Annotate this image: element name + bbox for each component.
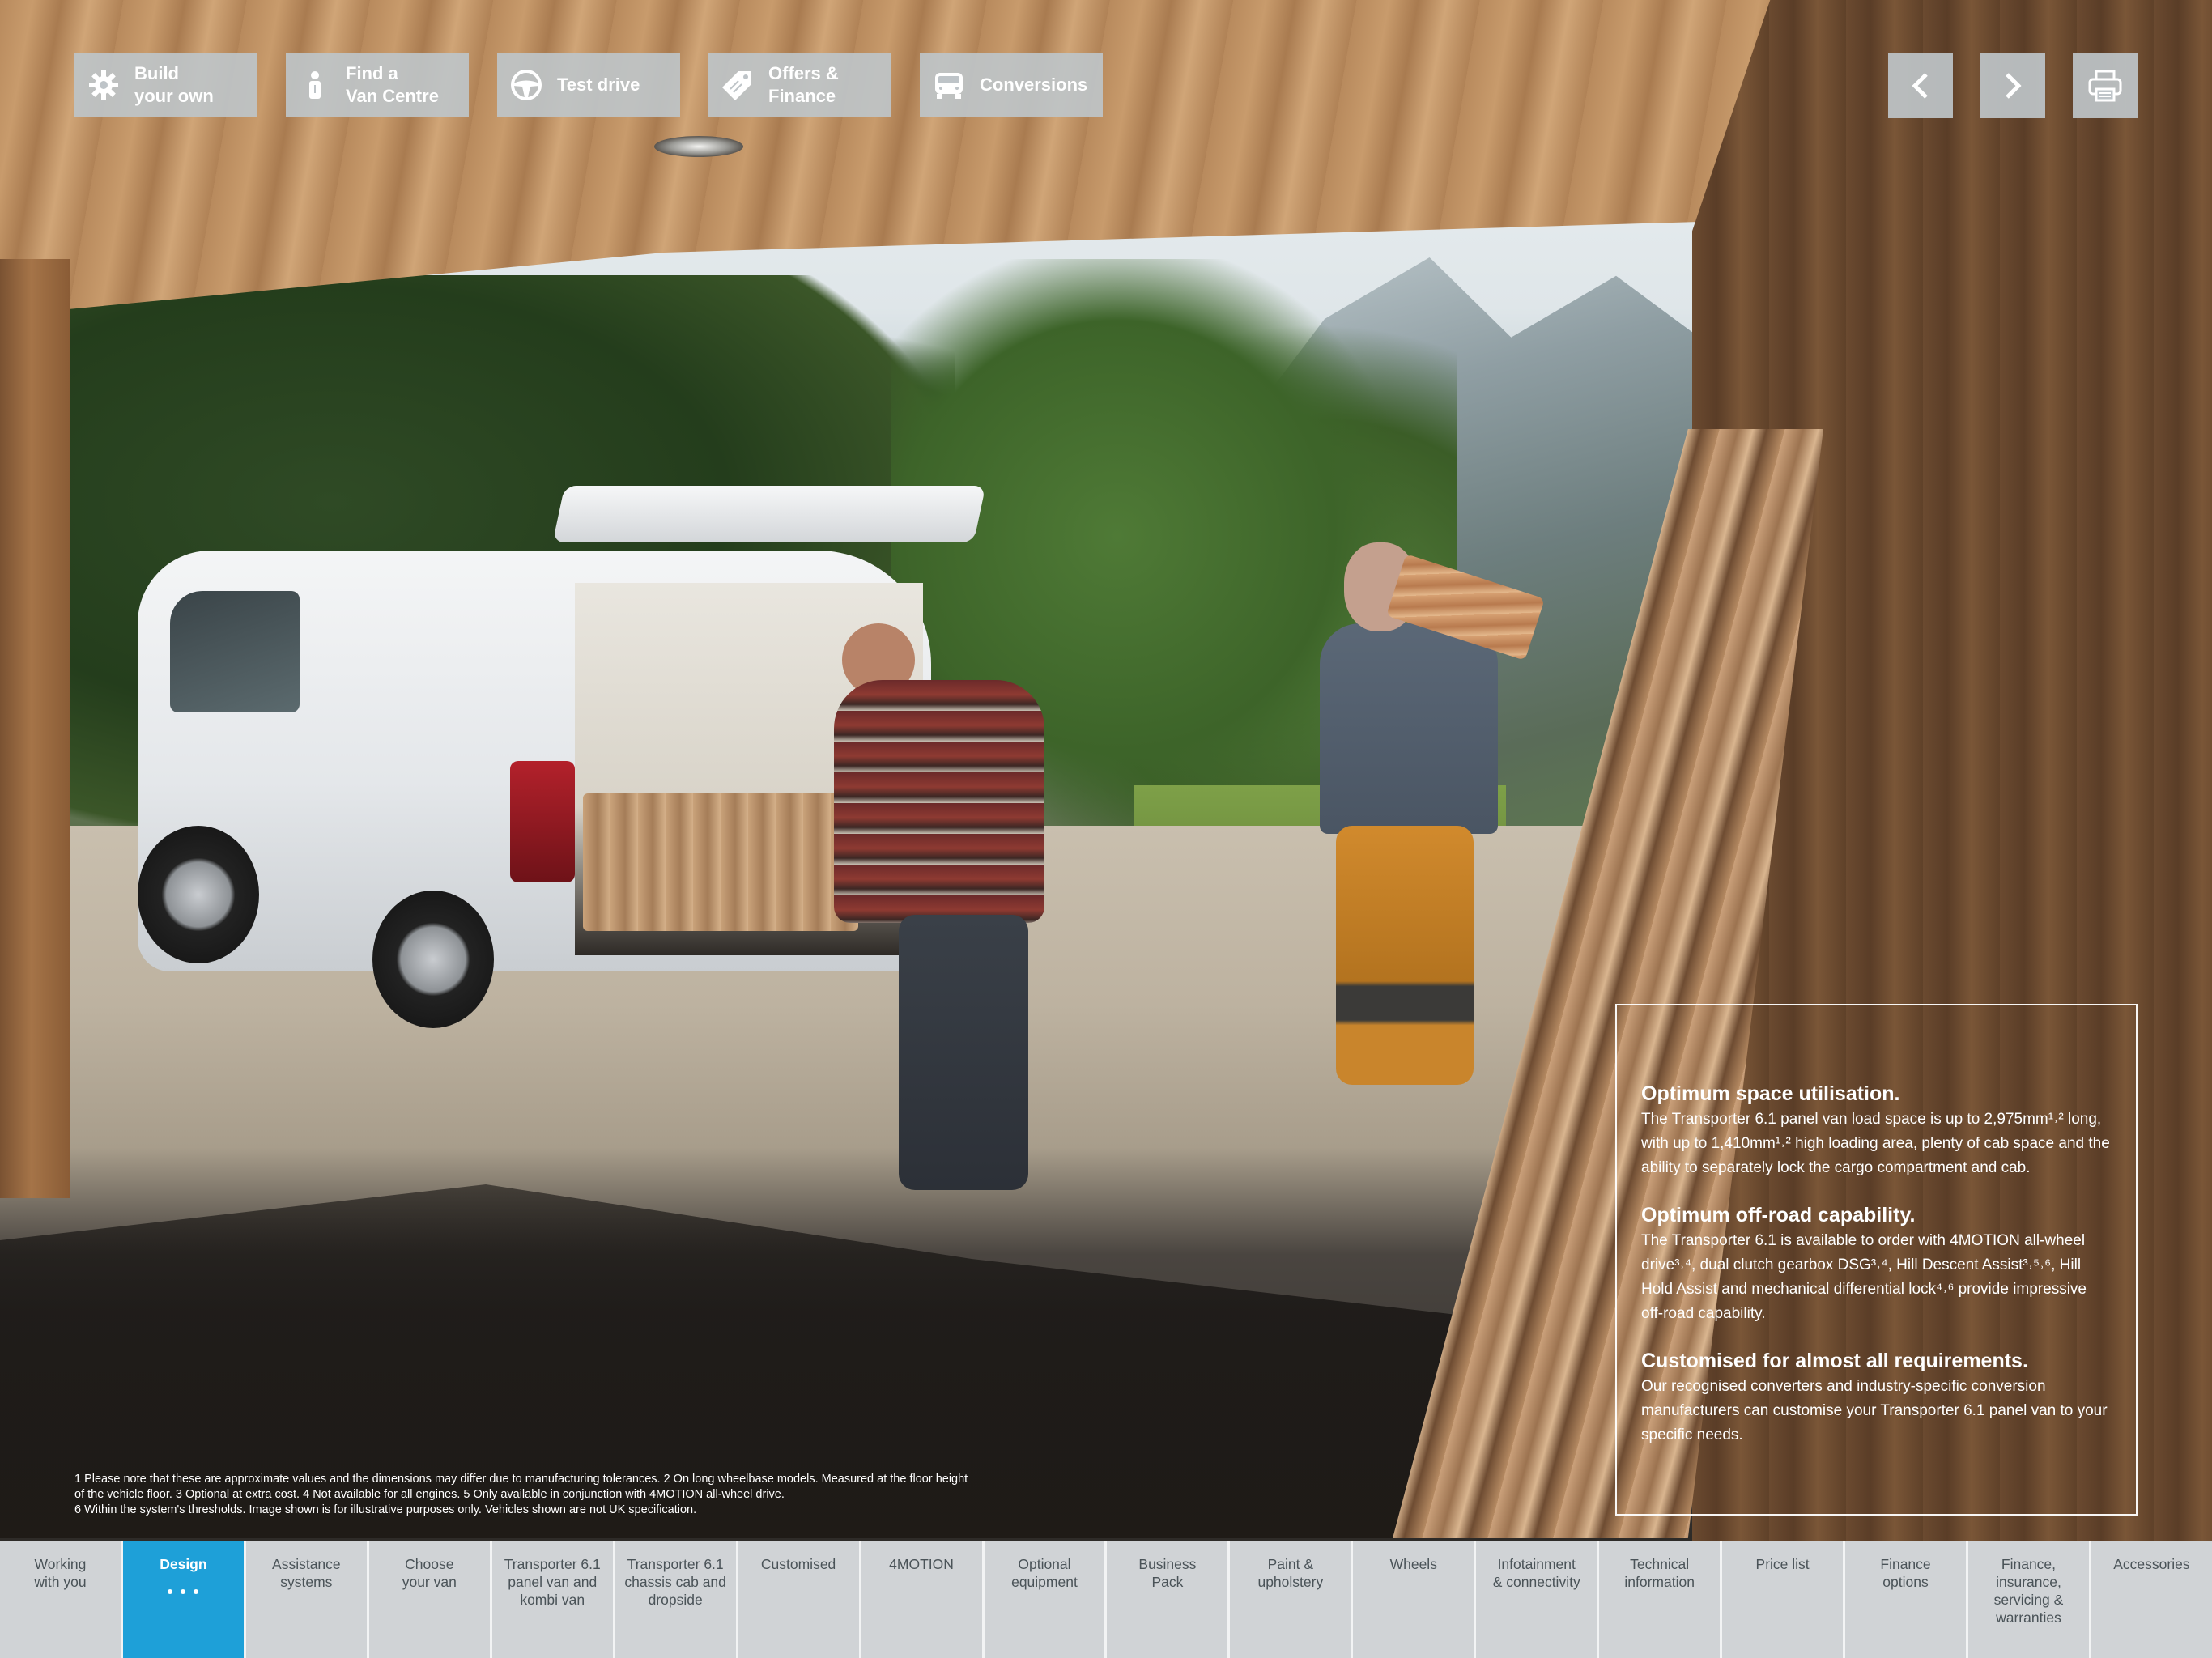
- tab-customised[interactable]: Customised: [738, 1541, 861, 1658]
- print-button[interactable]: [2073, 53, 2138, 118]
- feature-info-box: Optimum space utilisation. The Transport…: [1615, 1004, 2138, 1516]
- conversions-label: Conversions: [980, 74, 1088, 95]
- conversions-button[interactable]: Conversions: [920, 53, 1103, 117]
- work-trousers: [1336, 826, 1474, 1085]
- top-toolbar: Build your own Find a Van Centre Test dr…: [74, 53, 1103, 117]
- tab-label: Paint & upholstery: [1257, 1556, 1324, 1590]
- next-page-button[interactable]: [1980, 53, 2045, 118]
- find-van-centre-button[interactable]: Find a Van Centre: [286, 53, 469, 117]
- printer-icon: [2088, 70, 2122, 102]
- tab-label: Finance options: [1880, 1556, 1931, 1590]
- section-title: Optimum space utilisation.: [1641, 1082, 1900, 1105]
- white-van: [138, 486, 986, 1036]
- tab-price-list[interactable]: Price list: [1722, 1541, 1846, 1658]
- tab-infotainment[interactable]: Infotainment & connectivity: [1476, 1541, 1600, 1658]
- section-title: Optimum off-road capability.: [1641, 1204, 1916, 1226]
- ceiling-light: [654, 136, 743, 157]
- tab-4motion[interactable]: 4MOTION: [861, 1541, 985, 1658]
- footnote-line: 6 Within the system's thresholds. Image …: [74, 1503, 697, 1516]
- tab-label: Transporter 6.1 chassis cab and dropside: [624, 1556, 726, 1608]
- section-body: The Transporter 6.1 is available to orde…: [1641, 1232, 2087, 1322]
- build-your-own-button[interactable]: Build your own: [74, 53, 257, 117]
- man-carrying-planks: [1312, 542, 1545, 1093]
- customised-section: Customised for almost all requirements. …: [1641, 1347, 2112, 1448]
- tab-finance-insurance[interactable]: Finance, insurance, servicing & warranti…: [1968, 1541, 2091, 1658]
- offers-finance-label: Offers & Finance: [768, 63, 839, 106]
- gear-icon: [86, 67, 121, 103]
- steering-wheel-icon: [508, 67, 544, 103]
- tab-label: Working with you: [34, 1556, 87, 1590]
- van-front-wheel: [138, 826, 259, 963]
- test-drive-label: Test drive: [557, 74, 640, 95]
- tab-label: Technical information: [1624, 1556, 1695, 1590]
- tab-label: Business Pack: [1138, 1556, 1197, 1590]
- tab-label: Price list: [1755, 1556, 1810, 1572]
- van-icon: [931, 67, 967, 103]
- tab-label: Accessories: [2113, 1556, 2190, 1572]
- tab-optional-equipment[interactable]: Optional equipment: [984, 1541, 1108, 1658]
- wooden-post: [0, 259, 70, 1198]
- page-navigation: [1888, 53, 2138, 118]
- tab-business-pack[interactable]: Business Pack: [1107, 1541, 1231, 1658]
- tab-technical-information[interactable]: Technical information: [1599, 1541, 1723, 1658]
- section-body: The Transporter 6.1 panel van load space…: [1641, 1111, 2110, 1176]
- tab-label: 4MOTION: [889, 1556, 954, 1572]
- tab-panel-van-kombi[interactable]: Transporter 6.1 panel van and kombi van: [491, 1541, 615, 1658]
- tab-assistance-systems[interactable]: Assistance systems: [245, 1541, 369, 1658]
- wood-stack-in-van: [583, 793, 858, 931]
- chevron-right-icon: [2006, 73, 2022, 99]
- sweater: [834, 680, 1044, 923]
- section-title: Customised for almost all requirements.: [1641, 1350, 2028, 1372]
- price-tag-icon: [720, 67, 755, 103]
- trousers: [899, 915, 1028, 1190]
- previous-page-button[interactable]: [1888, 53, 1953, 118]
- tab-label: Finance, insurance, servicing & warranti…: [1993, 1556, 2064, 1626]
- off-road-section: Optimum off-road capability. The Transpo…: [1641, 1201, 2112, 1326]
- person-icon: [297, 67, 333, 103]
- tab-accessories[interactable]: Accessories: [2091, 1541, 2212, 1658]
- jacket: [1320, 623, 1498, 834]
- van-tailgate: [552, 486, 986, 542]
- tab-label: Transporter 6.1 panel van and kombi van: [504, 1556, 601, 1608]
- tab-label: Optional equipment: [1011, 1556, 1078, 1590]
- footnotes: 1 Please note that these are approximate…: [74, 1472, 1127, 1518]
- space-utilisation-section: Optimum space utilisation. The Transport…: [1641, 1080, 2112, 1180]
- test-drive-button[interactable]: Test drive: [497, 53, 680, 117]
- offers-finance-button[interactable]: Offers & Finance: [708, 53, 891, 117]
- tab-finance-options[interactable]: Finance options: [1845, 1541, 1968, 1658]
- tab-label: Design: [160, 1556, 207, 1572]
- chevron-left-icon: [1912, 73, 1928, 99]
- tab-wheels[interactable]: Wheels: [1353, 1541, 1477, 1658]
- van-rear-wheel: [372, 891, 494, 1028]
- find-van-centre-label: Find a Van Centre: [346, 63, 439, 106]
- tab-design[interactable]: Design: [122, 1541, 246, 1658]
- tab-working-with-you[interactable]: Working with you: [0, 1541, 123, 1658]
- tab-label: Assistance systems: [272, 1556, 341, 1590]
- build-your-own-label: Build your own: [134, 63, 214, 106]
- tab-label: Infotainment & connectivity: [1492, 1556, 1580, 1590]
- tab-paint-upholstery[interactable]: Paint & upholstery: [1230, 1541, 1354, 1658]
- tab-choose-your-van[interactable]: Choose your van: [368, 1541, 492, 1658]
- tab-label: Customised: [760, 1556, 836, 1572]
- tab-label: Wheels: [1389, 1556, 1437, 1572]
- tab-chassis-cab-dropside[interactable]: Transporter 6.1 chassis cab and dropside: [615, 1541, 738, 1658]
- section-tab-bar: Working with you Design Assistance syste…: [0, 1541, 2212, 1658]
- man-loading-van: [834, 623, 1044, 1190]
- footnote-line: 1 Please note that these are approximate…: [74, 1473, 968, 1486]
- van-tail-light: [510, 761, 575, 882]
- section-body: Our recognised converters and industry-s…: [1641, 1378, 2108, 1443]
- van-side-window: [170, 591, 300, 712]
- footnote-line: of the vehicle floor. 3 Optional at extr…: [74, 1488, 785, 1501]
- page-dots-indicator: [168, 1589, 199, 1594]
- tab-label: Choose your van: [402, 1556, 457, 1590]
